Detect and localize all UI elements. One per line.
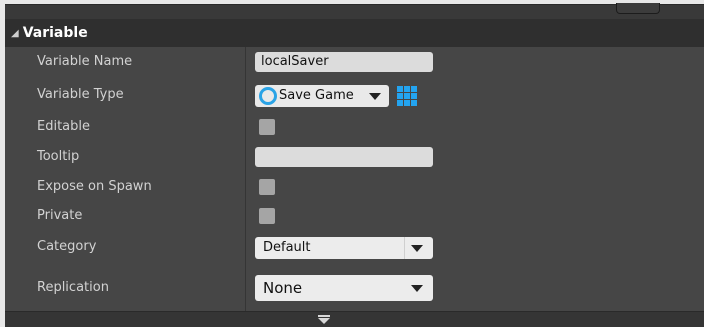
section-header-variable[interactable]: ◢ Variable [5,19,704,47]
collapse-triangle-icon[interactable]: ◢ [11,28,19,39]
expose-on-spawn-label: Expose on Spawn [37,179,152,194]
tooltip-label: Tooltip [37,149,80,164]
chevron-down-icon [411,245,423,252]
row-variable-name: Variable Name localSaver [5,47,704,77]
row-editable: Editable [5,111,704,141]
variable-name-label: Variable Name [37,54,133,69]
replication-value: None [263,279,303,297]
row-category: Category Default [5,229,704,265]
row-replication: Replication None [5,265,704,311]
panel-top-bar [5,3,704,19]
private-checkbox[interactable] [259,208,275,224]
variable-type-label: Variable Type [37,87,124,102]
tooltip-field[interactable] [255,147,433,167]
row-variable-type: Variable Type Save Game [5,77,704,111]
section-title: Variable [22,25,88,41]
category-label: Category [37,239,97,254]
expose-on-spawn-checkbox[interactable] [259,179,275,195]
editable-checkbox[interactable] [259,119,275,135]
details-panel: ◢ Variable Variable Name localSaver Vari… [5,3,704,327]
chevron-down-icon [369,93,381,100]
chevron-down-icon [411,285,423,292]
variable-type-value: Save Game [279,88,354,103]
property-grid: Variable Name localSaver Variable Type S… [5,47,704,311]
top-tab-button[interactable] [616,3,660,14]
container-type-grid-icon[interactable] [397,86,417,106]
dropdown-separator [404,237,405,259]
editable-label: Editable [37,119,91,134]
category-dropdown[interactable]: Default [255,237,433,259]
object-ring-icon [259,87,277,105]
replication-dropdown[interactable]: None [255,275,433,301]
replication-label: Replication [37,280,109,295]
expand-down-arrow-icon[interactable] [318,315,330,324]
variable-type-dropdown[interactable]: Save Game [255,85,389,107]
row-expose-on-spawn: Expose on Spawn [5,171,704,201]
row-tooltip: Tooltip [5,141,704,171]
variable-name-field[interactable]: localSaver [255,52,433,72]
category-value: Default [263,240,311,255]
row-private: Private [5,201,704,229]
private-label: Private [37,208,83,223]
